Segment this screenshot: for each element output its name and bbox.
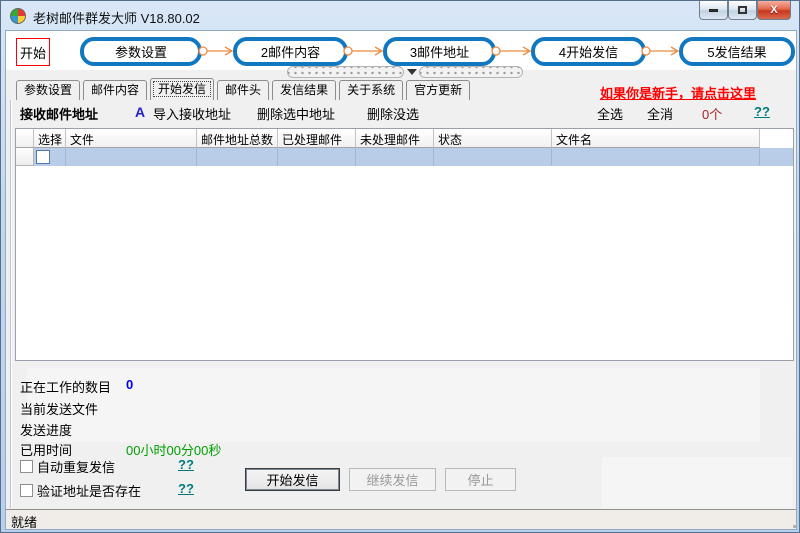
row-cell-unprocessed [356, 148, 434, 166]
start-sending-button[interactable]: 开始发信 [245, 468, 340, 491]
column-header-unprocessed[interactable]: 未处理邮件 [356, 129, 434, 148]
table-row[interactable] [16, 148, 793, 166]
row-cell-select [34, 148, 66, 166]
import-addresses-icon[interactable]: A [135, 104, 145, 120]
select-all-link[interactable]: 全选 [597, 104, 623, 123]
tab-start-sending[interactable]: 开始发信 [150, 78, 215, 100]
workflow-arrow-icon [198, 46, 234, 56]
status-subpanel [27, 368, 760, 442]
collapse-strip[interactable] [419, 66, 523, 78]
tab-official-update[interactable]: 官方更新 [406, 80, 471, 100]
minimize-icon [709, 8, 718, 12]
column-header-total[interactable]: 邮件地址总数 [197, 129, 278, 148]
titlebar: 老树邮件群发大师 V18.80.02 X [1, 1, 799, 30]
verify-address-checkbox[interactable] [20, 484, 33, 497]
stop-button[interactable]: 停止 [445, 468, 516, 491]
row-checkbox[interactable] [36, 150, 50, 164]
column-header-status[interactable]: 状态 [434, 129, 552, 148]
auto-repeat-row: 自动重复发信 [20, 457, 115, 476]
row-cell-processed [278, 148, 356, 166]
recipients-table: 选择 文件 邮件地址总数 已处理邮件 未处理邮件 状态 文件名 [15, 128, 794, 361]
progress-label: 发送进度 [20, 423, 73, 438]
window-title: 老树邮件群发大师 V18.80.02 [33, 11, 200, 26]
maximize-button[interactable] [728, 1, 757, 20]
tab-mail-header[interactable]: 邮件头 [217, 80, 270, 100]
row-header-cell [16, 148, 34, 166]
delete-unselected-link[interactable]: 删除没选 [367, 104, 419, 123]
column-header-select[interactable]: 选择 [34, 129, 66, 148]
workflow-step-1[interactable]: 参数设置 [80, 37, 202, 66]
verify-address-label: 验证地址是否存在 [37, 484, 142, 499]
continue-sending-button[interactable]: 继续发信 [349, 468, 436, 491]
status-bar-text: 就绪 [11, 515, 38, 530]
table-header-row: 选择 文件 邮件地址总数 已处理邮件 未处理邮件 状态 文件名 [16, 129, 793, 148]
row-cell-file [66, 148, 197, 166]
close-button[interactable]: X [757, 1, 791, 20]
newbie-help-link[interactable]: 如果你是新手，请点击这里 [600, 83, 756, 102]
working-count-label: 正在工作的数目 [20, 380, 112, 395]
row-cell-filename [552, 148, 760, 166]
elapsed-time-value: 00小时00分00秒 [126, 443, 222, 458]
verify-address-row: 验证地址是否存在 [20, 481, 141, 500]
resize-grip[interactable] [793, 525, 796, 528]
toolbar-help-link[interactable]: ?? [754, 104, 770, 119]
workflow-step-4[interactable]: 4开始发信 [531, 37, 646, 66]
workflow-step-2[interactable]: 2邮件内容 [233, 37, 348, 66]
row-cell-total [197, 148, 278, 166]
working-count-value: 0 [126, 377, 134, 392]
status-bar: 就绪 [6, 509, 796, 530]
tab-params[interactable]: 参数设置 [16, 80, 81, 100]
tab-mail-content[interactable]: 邮件内容 [83, 80, 148, 100]
client-area: 开始 参数设置 2邮件内容 3邮件地址 4开始发信 5发信结果 参数设置 邮件内… [5, 30, 797, 530]
delete-selected-link[interactable]: 删除选中地址 [257, 104, 335, 123]
deselect-all-link[interactable]: 全消 [647, 104, 673, 123]
auto-repeat-checkbox[interactable] [20, 460, 33, 473]
workflow-step-3[interactable]: 3邮件地址 [383, 37, 496, 66]
address-count: 0个 [702, 107, 723, 122]
tab-send-results[interactable]: 发信结果 [272, 80, 337, 100]
recipients-section-title: 接收邮件地址 [20, 107, 99, 122]
collapse-strip[interactable] [287, 66, 404, 78]
minimize-button[interactable] [699, 1, 728, 20]
tab-about[interactable]: 关于系统 [339, 80, 404, 100]
start-button[interactable]: 开始 [16, 38, 50, 66]
maximize-icon [738, 6, 747, 14]
app-window: 老树邮件群发大师 V18.80.02 X 开始 参数设置 2邮件内容 3邮件地址… [0, 0, 800, 533]
current-file-label: 当前发送文件 [20, 402, 99, 417]
import-addresses-link[interactable]: 导入接收地址 [153, 104, 231, 123]
row-cell-status [434, 148, 552, 166]
workflow-bar: 开始 参数设置 2邮件内容 3邮件地址 4开始发信 5发信结果 [6, 31, 796, 70]
panel-edge [10, 100, 12, 508]
tab-bar: 参数设置 邮件内容 开始发信 邮件头 发信结果 关于系统 官方更新 [16, 78, 471, 100]
table-corner-cell [16, 129, 34, 148]
close-icon: X [770, 4, 778, 16]
verify-address-help-link[interactable]: ?? [178, 481, 194, 496]
workflow-arrow-icon [641, 46, 680, 56]
app-icon [10, 8, 26, 24]
auto-repeat-help-link[interactable]: ?? [178, 457, 194, 472]
auto-repeat-label: 自动重复发信 [37, 460, 116, 475]
column-header-filename[interactable]: 文件名 [552, 129, 760, 148]
workflow-arrow-icon [491, 46, 532, 56]
collapse-chevron-icon[interactable] [407, 69, 417, 75]
workflow-arrow-icon [343, 46, 384, 56]
column-header-file[interactable]: 文件 [66, 129, 197, 148]
workflow-step-5[interactable]: 5发信结果 [679, 37, 795, 66]
column-header-processed[interactable]: 已处理邮件 [278, 129, 356, 148]
